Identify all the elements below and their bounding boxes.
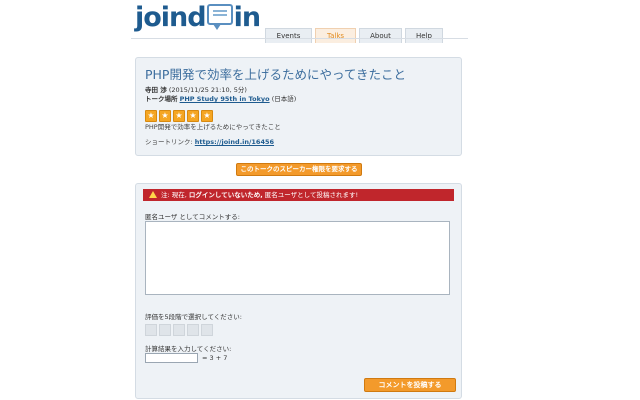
tab-about[interactable]: About bbox=[359, 28, 402, 43]
comment-form: 注: 現在, ログインしていないため, 匿名ユーザとして投稿されます! 匿名ユー… bbox=[135, 183, 462, 399]
rating-selector bbox=[145, 321, 215, 340]
talk-detail-panel: PHP開発で効率を上げるためにやってきたこと 寺田 渉 (2015/11/25 … bbox=[135, 57, 462, 156]
page: joind in Events Talks About Help PHP開発で効率を上げ… bbox=[131, 0, 468, 400]
shortlink-label: ショートリンク: bbox=[145, 138, 193, 146]
claim-talk-button[interactable]: このトークのスピーカー権限を要求する bbox=[236, 163, 362, 176]
speech-bubble-icon bbox=[206, 4, 233, 30]
talk-rating: ★ ★ ★ ★ ★ bbox=[145, 103, 215, 122]
site-header: joind in Events Talks About Help bbox=[131, 0, 468, 43]
logo-text-left: joind bbox=[135, 2, 207, 33]
joindin-logo[interactable]: joind in bbox=[135, 2, 262, 34]
tab-help[interactable]: Help bbox=[405, 28, 443, 43]
talk-title: PHP開発で効率を上げるためにやってきたこと bbox=[145, 67, 406, 82]
venue-line: トーク場所 PHP Study 95th in Tokyo (日本語) bbox=[145, 93, 296, 103]
warning-icon bbox=[149, 191, 157, 198]
rating-star-3[interactable] bbox=[173, 324, 185, 336]
comment-textarea[interactable] bbox=[145, 221, 450, 295]
event-link[interactable]: PHP Study 95th in Tokyo bbox=[180, 95, 270, 103]
rating-star-4[interactable] bbox=[187, 324, 199, 336]
submit-comment-button[interactable]: コメントを投稿する bbox=[364, 378, 456, 392]
shortlink-url[interactable]: https://joind.in/16456 bbox=[195, 138, 274, 146]
header-divider bbox=[131, 38, 468, 39]
captcha-label: 計算結果を入力してください: bbox=[145, 345, 232, 353]
tab-events[interactable]: Events bbox=[265, 28, 312, 43]
alert-prefix: 注: 現在, bbox=[161, 191, 187, 199]
comment-label: 匿名ユーザ としてコメントする: bbox=[145, 213, 240, 221]
venue-label: トーク場所 bbox=[145, 95, 178, 103]
talk-language: (日本語) bbox=[271, 95, 297, 103]
shortlink: ショートリンク: https://joind.in/16456 bbox=[145, 136, 274, 146]
main-nav: Events Talks About Help bbox=[265, 23, 446, 43]
talk-summary: PHP開発で効率を上げるためにやってきたこと bbox=[145, 123, 281, 131]
rating-label: 評価を5段階で選択してください: bbox=[145, 313, 242, 321]
rating-star-5[interactable] bbox=[201, 324, 213, 336]
alert-suffix: 匿名ユーザとして投稿されます! bbox=[264, 191, 359, 199]
anonymous-alert: 注: 現在, ログインしていないため, 匿名ユーザとして投稿されます! bbox=[143, 189, 454, 201]
captcha-input[interactable] bbox=[145, 353, 198, 363]
rating-star-2[interactable] bbox=[159, 324, 171, 336]
alert-bold: ログインしていないため, bbox=[188, 191, 263, 199]
logo-text-right: in bbox=[233, 2, 262, 33]
captcha-question: = 3 + 7 bbox=[202, 354, 228, 362]
rating-star-1[interactable] bbox=[145, 324, 157, 336]
tab-talks[interactable]: Talks bbox=[315, 28, 356, 43]
